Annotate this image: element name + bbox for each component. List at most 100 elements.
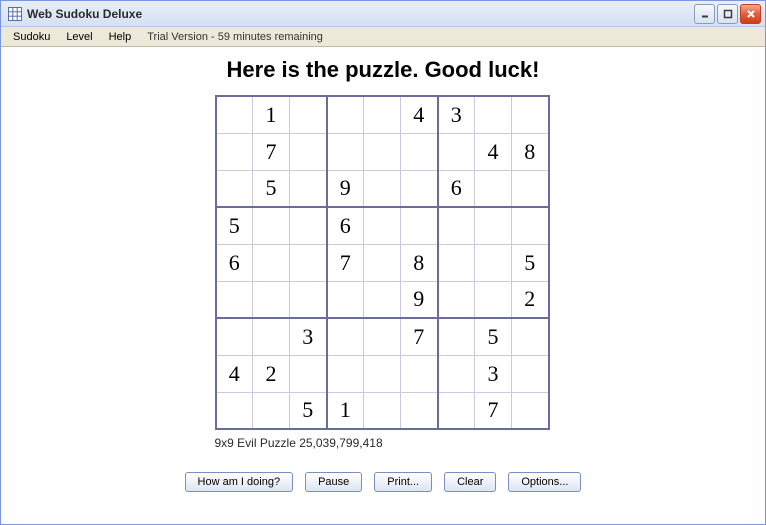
sudoku-cell[interactable] bbox=[290, 355, 327, 392]
sudoku-cell[interactable] bbox=[401, 133, 438, 170]
sudoku-cell[interactable] bbox=[253, 281, 290, 318]
sudoku-cell[interactable] bbox=[216, 96, 253, 133]
sudoku-cell[interactable] bbox=[327, 318, 364, 355]
sudoku-cell[interactable] bbox=[438, 318, 475, 355]
maximize-button[interactable] bbox=[717, 4, 738, 24]
titlebar: Web Sudoku Deluxe bbox=[1, 1, 765, 27]
sudoku-cell[interactable] bbox=[438, 244, 475, 281]
sudoku-cell[interactable]: 7 bbox=[401, 318, 438, 355]
sudoku-cell[interactable] bbox=[401, 392, 438, 429]
sudoku-cell[interactable] bbox=[475, 96, 512, 133]
sudoku-cell[interactable] bbox=[512, 355, 549, 392]
menubar: Sudoku Level Help Trial Version - 59 min… bbox=[1, 27, 765, 47]
sudoku-cell[interactable] bbox=[364, 281, 401, 318]
sudoku-cell[interactable]: 8 bbox=[512, 133, 549, 170]
sudoku-cell[interactable] bbox=[364, 355, 401, 392]
sudoku-cell[interactable] bbox=[253, 318, 290, 355]
sudoku-cell[interactable] bbox=[364, 392, 401, 429]
sudoku-cell[interactable] bbox=[327, 133, 364, 170]
sudoku-cell[interactable] bbox=[438, 207, 475, 244]
sudoku-cell[interactable] bbox=[364, 244, 401, 281]
sudoku-cell[interactable] bbox=[364, 170, 401, 207]
sudoku-cell[interactable] bbox=[290, 207, 327, 244]
sudoku-cell[interactable] bbox=[438, 281, 475, 318]
sudoku-cell[interactable] bbox=[401, 170, 438, 207]
sudoku-cell[interactable] bbox=[290, 244, 327, 281]
menu-level[interactable]: Level bbox=[58, 29, 100, 45]
sudoku-cell[interactable]: 3 bbox=[290, 318, 327, 355]
sudoku-cell[interactable] bbox=[475, 244, 512, 281]
sudoku-cell[interactable] bbox=[438, 133, 475, 170]
sudoku-cell[interactable]: 2 bbox=[253, 355, 290, 392]
sudoku-cell[interactable]: 7 bbox=[253, 133, 290, 170]
sudoku-cell[interactable] bbox=[327, 355, 364, 392]
sudoku-cell[interactable] bbox=[253, 207, 290, 244]
sudoku-cell[interactable] bbox=[512, 96, 549, 133]
sudoku-cell[interactable] bbox=[401, 207, 438, 244]
sudoku-cell[interactable] bbox=[512, 392, 549, 429]
sudoku-cell[interactable] bbox=[290, 133, 327, 170]
sudoku-cell[interactable]: 7 bbox=[327, 244, 364, 281]
menu-help[interactable]: Help bbox=[101, 29, 140, 45]
sudoku-cell[interactable]: 5 bbox=[512, 244, 549, 281]
app-window: Web Sudoku Deluxe Sudoku Level Help Tria… bbox=[0, 0, 766, 525]
how-am-i-doing-button[interactable]: How am I doing? bbox=[185, 472, 294, 492]
sudoku-cell[interactable] bbox=[327, 281, 364, 318]
sudoku-cell[interactable] bbox=[438, 355, 475, 392]
sudoku-cell[interactable] bbox=[475, 281, 512, 318]
sudoku-cell[interactable] bbox=[512, 170, 549, 207]
sudoku-cell[interactable] bbox=[364, 133, 401, 170]
sudoku-cell[interactable] bbox=[216, 281, 253, 318]
sudoku-cell[interactable]: 3 bbox=[438, 96, 475, 133]
window-controls bbox=[694, 4, 761, 24]
sudoku-cell[interactable] bbox=[475, 207, 512, 244]
minimize-button[interactable] bbox=[694, 4, 715, 24]
sudoku-cell[interactable]: 1 bbox=[253, 96, 290, 133]
sudoku-cell[interactable] bbox=[327, 96, 364, 133]
sudoku-cell[interactable] bbox=[216, 392, 253, 429]
sudoku-cell[interactable]: 2 bbox=[512, 281, 549, 318]
sudoku-cell[interactable]: 6 bbox=[438, 170, 475, 207]
pause-button[interactable]: Pause bbox=[305, 472, 362, 492]
close-button[interactable] bbox=[740, 4, 761, 24]
sudoku-cell[interactable] bbox=[401, 355, 438, 392]
sudoku-cell[interactable]: 5 bbox=[475, 318, 512, 355]
sudoku-cell[interactable] bbox=[364, 318, 401, 355]
sudoku-cell[interactable] bbox=[512, 207, 549, 244]
sudoku-cell[interactable] bbox=[290, 170, 327, 207]
sudoku-cell[interactable] bbox=[364, 96, 401, 133]
sudoku-cell[interactable]: 9 bbox=[401, 281, 438, 318]
sudoku-cell[interactable]: 6 bbox=[327, 207, 364, 244]
sudoku-cell[interactable]: 4 bbox=[216, 355, 253, 392]
sudoku-cell[interactable] bbox=[364, 207, 401, 244]
sudoku-cell[interactable]: 4 bbox=[401, 96, 438, 133]
print-button[interactable]: Print... bbox=[374, 472, 432, 492]
window-title: Web Sudoku Deluxe bbox=[27, 7, 694, 21]
sudoku-cell[interactable]: 5 bbox=[290, 392, 327, 429]
sudoku-container: 14374859656678592375423517 9x9 Evil Puzz… bbox=[215, 95, 552, 450]
sudoku-cell[interactable]: 4 bbox=[475, 133, 512, 170]
puzzle-info: 9x9 Evil Puzzle 25,039,799,418 bbox=[215, 436, 552, 450]
sudoku-cell[interactable]: 1 bbox=[327, 392, 364, 429]
clear-button[interactable]: Clear bbox=[444, 472, 496, 492]
menu-sudoku[interactable]: Sudoku bbox=[5, 29, 58, 45]
sudoku-cell[interactable] bbox=[290, 281, 327, 318]
sudoku-cell[interactable] bbox=[438, 392, 475, 429]
options-button[interactable]: Options... bbox=[508, 472, 581, 492]
sudoku-cell[interactable] bbox=[253, 392, 290, 429]
sudoku-cell[interactable] bbox=[290, 96, 327, 133]
sudoku-cell[interactable]: 9 bbox=[327, 170, 364, 207]
page-heading: Here is the puzzle. Good luck! bbox=[227, 57, 540, 83]
sudoku-cell[interactable]: 5 bbox=[216, 207, 253, 244]
sudoku-cell[interactable]: 7 bbox=[475, 392, 512, 429]
sudoku-cell[interactable] bbox=[253, 244, 290, 281]
sudoku-cell[interactable] bbox=[512, 318, 549, 355]
sudoku-cell[interactable] bbox=[216, 133, 253, 170]
sudoku-cell[interactable]: 5 bbox=[253, 170, 290, 207]
sudoku-cell[interactable]: 8 bbox=[401, 244, 438, 281]
sudoku-cell[interactable]: 6 bbox=[216, 244, 253, 281]
sudoku-cell[interactable] bbox=[475, 170, 512, 207]
sudoku-cell[interactable]: 3 bbox=[475, 355, 512, 392]
sudoku-cell[interactable] bbox=[216, 170, 253, 207]
sudoku-cell[interactable] bbox=[216, 318, 253, 355]
